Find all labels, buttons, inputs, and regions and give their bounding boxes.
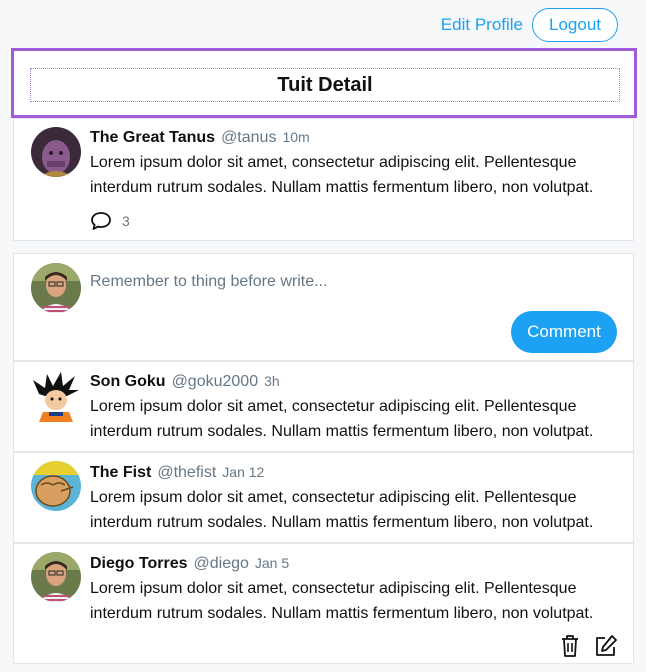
thanos-avatar[interactable] — [31, 127, 81, 177]
tuit-time: Jan 12 — [222, 464, 265, 480]
user-avatar — [31, 263, 81, 313]
edit-profile-link[interactable]: Edit Profile — [441, 15, 523, 35]
author-handle: @thefist — [157, 464, 217, 481]
author-name: The Great Tanus — [90, 129, 216, 146]
tuit-body: Lorem ipsum dolor sit amet, consectetur … — [90, 154, 594, 196]
tuit-header: Son Goku @goku2000 3h — [90, 373, 280, 391]
tuit-header: The Great Tanus @tanus 10m — [90, 129, 310, 147]
tuit-time: 10m — [282, 129, 310, 145]
replies-stat[interactable]: 3 — [90, 211, 130, 231]
author-handle: @diego — [193, 555, 249, 572]
tuit-header: The Fist @thefist Jan 12 — [90, 464, 264, 482]
reply-tuit[interactable]: Son Goku @goku2000 3h Lorem ipsum dolor si… — [13, 361, 634, 452]
author-name: Son Goku — [90, 373, 166, 390]
fist-avatar[interactable] — [31, 461, 81, 511]
replies-count: 3 — [122, 213, 130, 229]
reply-tuit[interactable]: The Fist @thefist Jan 12 Lorem ipsum dolor… — [13, 452, 634, 543]
trash-icon[interactable] — [559, 634, 581, 658]
page-title-box: Tuit Detail — [11, 48, 637, 118]
author-name: Diego Torres — [90, 555, 188, 572]
page-title: Tuit Detail — [30, 68, 620, 102]
tuit-time: 3h — [264, 373, 280, 389]
edit-icon[interactable] — [594, 634, 618, 658]
goku-avatar[interactable] — [31, 372, 81, 422]
author-handle: @tanus — [221, 129, 277, 146]
tuit-body: Lorem ipsum dolor sit amet, consectetur … — [90, 489, 594, 531]
user-avatar[interactable] — [31, 552, 81, 602]
compose-box: Comment — [13, 253, 634, 361]
tuit-header: Diego Torres @diego Jan 5 — [90, 555, 289, 573]
logout-button[interactable]: Logout — [532, 8, 618, 42]
comment-icon[interactable] — [90, 211, 112, 231]
author-name: The Fist — [90, 464, 152, 481]
tuit-body: Lorem ipsum dolor sit amet, consectetur … — [90, 580, 594, 622]
comment-button[interactable]: Comment — [511, 311, 617, 353]
main-tuit[interactable]: The Great Tanus @tanus 10m Lorem ipsum dol… — [13, 118, 634, 241]
reply-tuit[interactable]: Diego Torres @diego Jan 5 Lorem ipsum dolo… — [13, 543, 634, 664]
tuit-body: Lorem ipsum dolor sit amet, consectetur … — [90, 398, 594, 440]
author-handle: @goku2000 — [171, 373, 259, 390]
top-bar: Edit Profile Logout — [0, 0, 646, 50]
tuit-time: Jan 5 — [254, 555, 290, 571]
compose-input[interactable] — [90, 271, 610, 293]
